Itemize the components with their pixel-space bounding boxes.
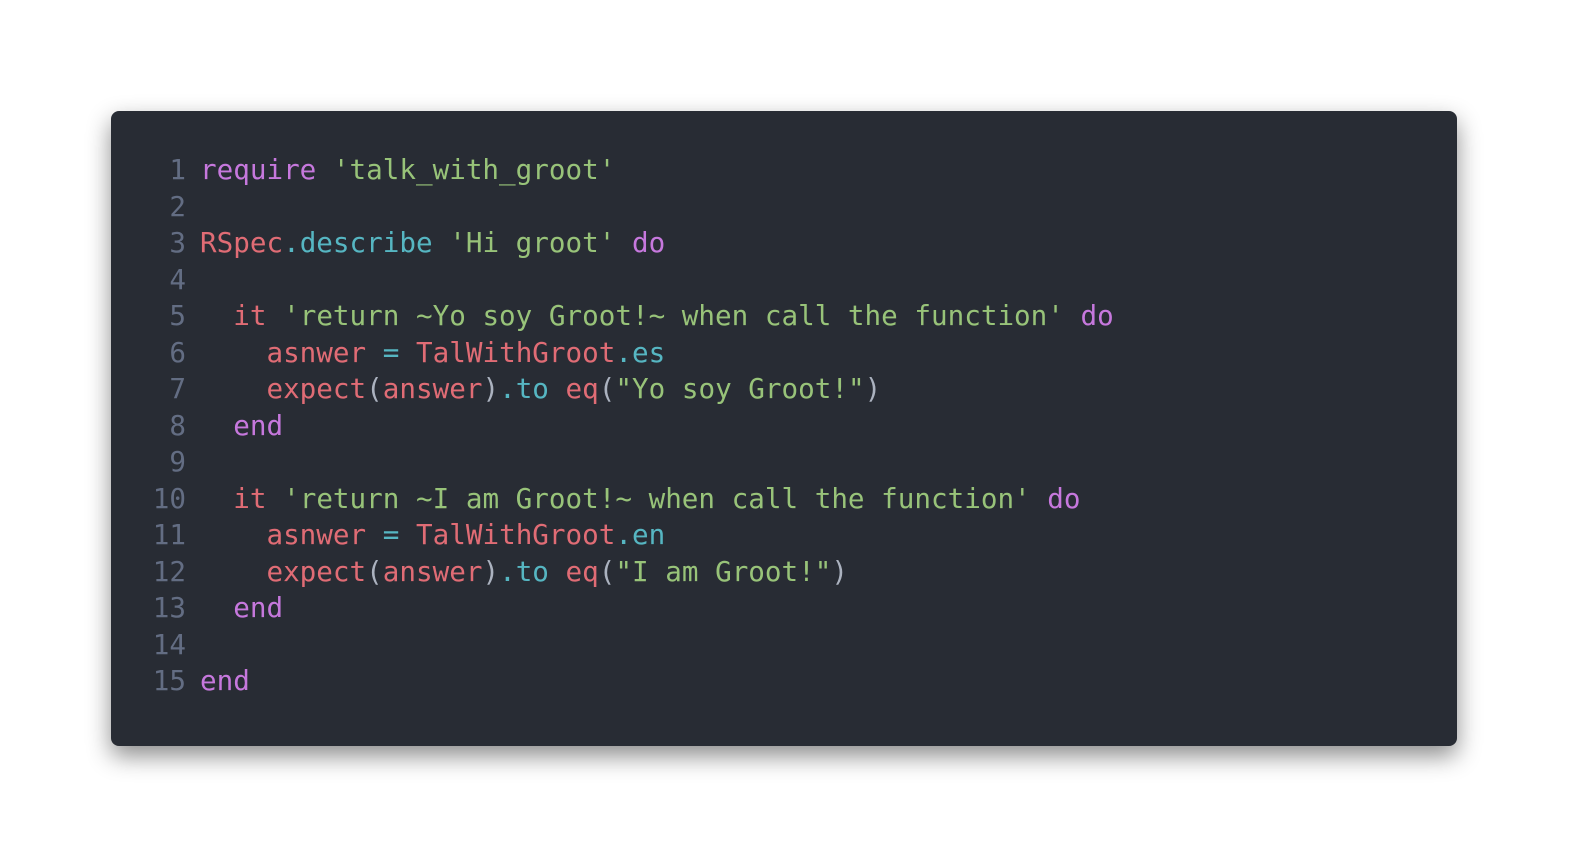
code-text: expect(answer).to eq("I am Groot!")	[200, 554, 848, 591]
code-token-punct: )	[864, 372, 882, 405]
code-token-punct: (	[366, 372, 383, 405]
line-number: 4	[169, 262, 186, 296]
line-number: 9	[169, 445, 186, 478]
code-token-const: TalWithGroot	[416, 518, 616, 551]
code-token-ident: expect	[266, 554, 367, 588]
code-text: end	[200, 590, 283, 627]
line-number: 12	[152, 554, 186, 588]
code-token-keyword: require	[200, 153, 317, 186]
code-token-method: .en	[615, 518, 666, 551]
code-token-ident: eq	[565, 372, 599, 405]
code-token-keyword: do	[631, 226, 666, 259]
line-number: 13	[152, 591, 186, 624]
code-token-keyword: end	[200, 664, 250, 697]
code-text: require 'talk_with_groot'	[200, 152, 615, 189]
line-number: 6	[169, 335, 186, 369]
code-token-punct: (	[598, 554, 616, 588]
code-token-keyword: end	[233, 591, 284, 624]
code-snippet-card	[111, 111, 1457, 746]
line-number: 11	[152, 518, 186, 551]
code-token-ident: expect	[266, 372, 367, 405]
code-token-keyword: do	[1047, 481, 1081, 515]
code-text: RSpec.describe 'Hi groot' do	[200, 225, 665, 262]
code-token-const: TalWithGroot	[416, 335, 616, 369]
code-token-ident: asnwer	[266, 518, 367, 551]
line-number: 3	[169, 226, 186, 259]
code-token-punct: )	[482, 372, 500, 405]
code-text: end	[200, 408, 283, 445]
code-token-string: 'Hi groot'	[449, 226, 616, 259]
code-token-string: 'talk_with_groot'	[332, 153, 616, 186]
code-token-punct: (	[598, 372, 616, 405]
code-token-keyword: end	[233, 408, 284, 442]
code-token-punct: )	[482, 554, 500, 588]
line-number: 2	[169, 189, 186, 223]
code-token-op: =	[382, 335, 400, 369]
code-text: asnwer = TalWithGroot.en	[200, 517, 665, 554]
line-number: 14	[152, 627, 186, 661]
code-text: expect(answer).to eq("Yo soy Groot!")	[200, 371, 881, 408]
line-number: 10	[152, 481, 186, 515]
code-token-string: "I am Groot!"	[615, 554, 832, 588]
code-text: it 'return ~Yo soy Groot!~ when call the…	[200, 298, 1114, 335]
code-token-punct: (	[366, 554, 383, 588]
line-number: 15	[152, 664, 186, 697]
code-token-punct: )	[831, 554, 848, 588]
code-token-op: =	[382, 518, 400, 551]
code-token-ident: it	[233, 481, 267, 515]
code-token-method: .to	[499, 554, 549, 588]
code-token-string: 'return ~Yo soy Groot!~ when call the fu…	[283, 299, 1064, 332]
code-text: end	[200, 663, 250, 700]
code-token-ident: it	[233, 299, 267, 332]
code-token-const: RSpec	[200, 226, 284, 259]
line-number: 8	[169, 408, 186, 442]
code-token-method: .to	[499, 372, 549, 405]
code-token-ident: eq	[565, 554, 599, 588]
code-token-method: .es	[615, 335, 666, 369]
code-text: it 'return ~I am Groot!~ when call the f…	[200, 481, 1081, 518]
code-token-string: 'return ~I am Groot!~ when call the func…	[283, 481, 1031, 515]
code-token-ident: asnwer	[266, 335, 367, 369]
code-token-keyword: do	[1080, 299, 1114, 332]
code-text: asnwer = TalWithGroot.es	[200, 335, 665, 372]
line-number: 5	[169, 299, 186, 332]
code-token-ident: answer	[382, 554, 483, 588]
code-token-method: .describe	[283, 226, 433, 259]
line-number: 7	[169, 372, 186, 405]
line-number: 1	[169, 153, 186, 186]
code-token-ident: answer	[382, 372, 483, 405]
code-token-string: "Yo soy Groot!"	[615, 372, 865, 405]
